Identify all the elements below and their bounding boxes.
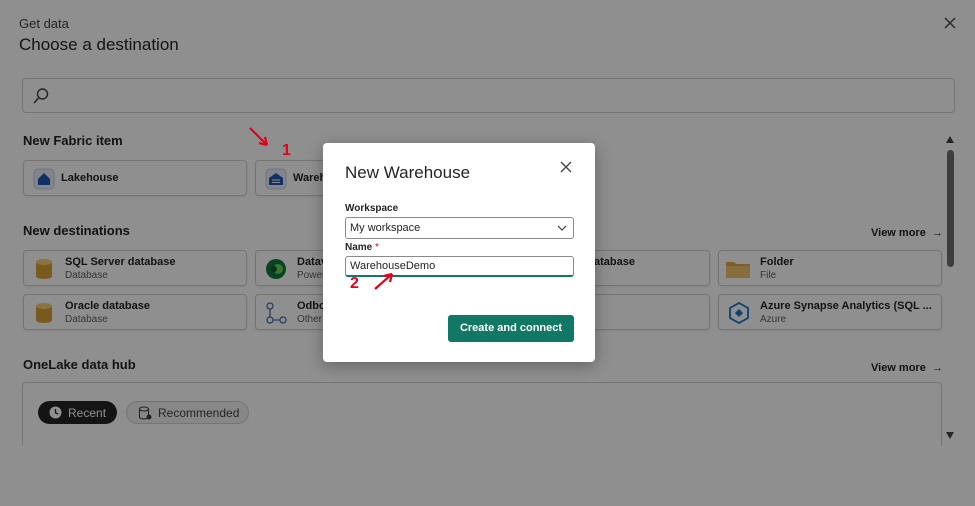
required-asterisk: * (375, 242, 379, 253)
chevron-down-icon (557, 225, 567, 231)
workspace-label: Workspace (345, 203, 399, 214)
dialog-title: New Warehouse (345, 163, 471, 182)
annotation-step-1: 1 (282, 142, 291, 159)
name-label-text: Name (345, 242, 373, 253)
name-label: Name * (345, 242, 379, 253)
create-and-connect-button[interactable]: Create and connect (448, 315, 574, 342)
annotation-step-2: 2 (350, 275, 359, 292)
annotation-arrow-1-icon (249, 127, 269, 147)
close-icon[interactable] (559, 160, 573, 174)
workspace-dropdown[interactable]: My workspace (345, 217, 574, 239)
annotation-arrow-2-icon (374, 272, 394, 290)
workspace-selected-value: My workspace (350, 222, 421, 234)
new-warehouse-dialog: New Warehouse Workspace My workspace Nam… (323, 143, 595, 362)
